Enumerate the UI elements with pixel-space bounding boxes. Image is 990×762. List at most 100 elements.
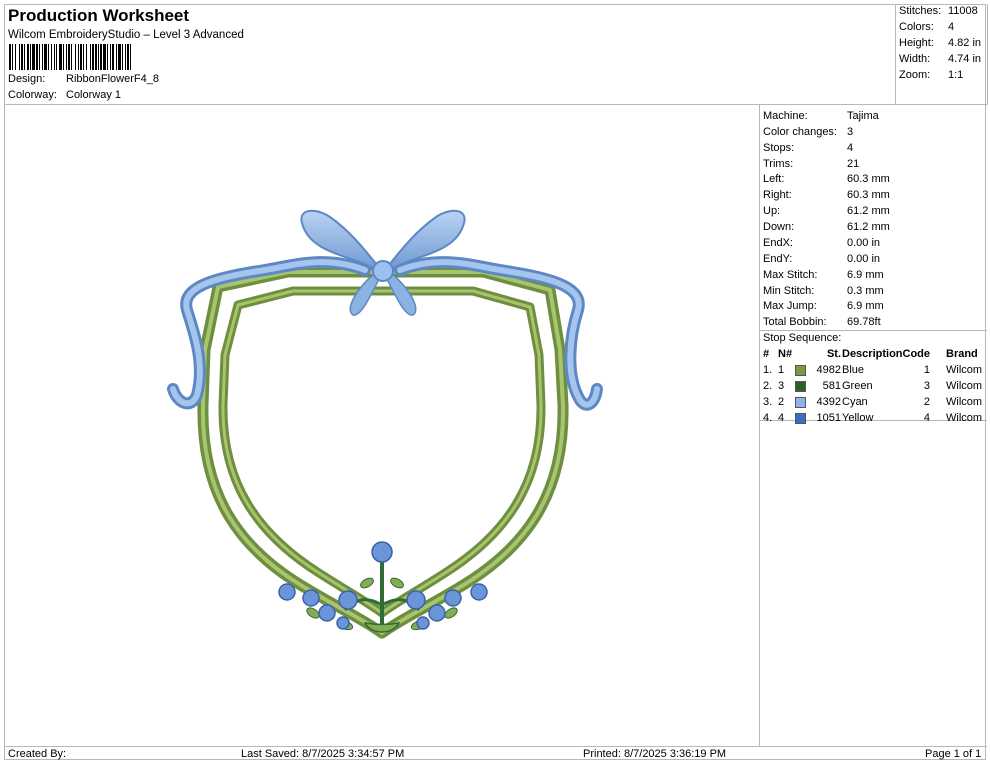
color-swatch bbox=[795, 413, 806, 424]
col-stitches: St. bbox=[826, 348, 841, 360]
row-brand: Wilcom bbox=[946, 364, 983, 376]
prop-stops: Stops: 4 bbox=[763, 142, 853, 154]
prop-right: Right: 60.3 mm bbox=[763, 189, 890, 201]
stat-stitches: Stitches: 11008 bbox=[899, 5, 987, 17]
row-stitches: 581 bbox=[822, 380, 841, 392]
prop-left: Left: 60.3 mm bbox=[763, 173, 890, 185]
worksheet-header: Production Worksheet Wilcom EmbroiderySt… bbox=[5, 4, 988, 105]
prop-value: 61.2 mm bbox=[847, 205, 890, 217]
prop-label: Min Stitch: bbox=[763, 285, 815, 297]
embroidery-design-image bbox=[167, 209, 603, 639]
col-description: Description bbox=[842, 348, 903, 360]
col-needle: N# bbox=[778, 348, 793, 360]
stop-sequence-heading: Stop Sequence: bbox=[763, 332, 842, 344]
created-by: Created By: bbox=[8, 748, 67, 760]
stat-label: Colors: bbox=[899, 21, 934, 33]
prop-label: Stops: bbox=[763, 142, 795, 154]
prop-down: Down: 61.2 mm bbox=[763, 221, 890, 233]
row-brand: Wilcom bbox=[946, 396, 983, 408]
prop-label: Down: bbox=[763, 221, 795, 233]
col-brand: Brand bbox=[946, 348, 978, 360]
page-title: Production Worksheet bbox=[8, 6, 190, 25]
row-needle: 1 bbox=[778, 364, 785, 376]
stat-value: 4.74 in bbox=[948, 53, 982, 65]
row-num: 4. bbox=[763, 412, 773, 424]
design-row: Design: RibbonFlowerF4_8 bbox=[8, 73, 159, 85]
row-description: Yellow bbox=[842, 412, 874, 424]
colorway-name: Colorway 1 bbox=[66, 89, 122, 101]
prop-value: 0.00 in bbox=[847, 253, 881, 265]
prop-label: Total Bobbin: bbox=[763, 316, 827, 328]
prop-label: Left: bbox=[763, 173, 785, 185]
prop-label: Right: bbox=[763, 189, 792, 201]
table-row: 4. 4 1051 Yellow 4 Wilcom bbox=[760, 412, 987, 428]
prop-value: 69.78ft bbox=[847, 316, 881, 328]
color-swatch bbox=[795, 381, 806, 392]
prop-label: EndY: bbox=[763, 253, 793, 265]
row-stitches: 4392 bbox=[816, 396, 841, 408]
prop-label: Up: bbox=[763, 205, 781, 217]
prop-value: 6.9 mm bbox=[847, 300, 884, 312]
row-stitches: 1051 bbox=[816, 412, 841, 424]
prop-value: 60.3 mm bbox=[847, 173, 890, 185]
table-row: 3. 2 4392 Cyan 2 Wilcom bbox=[760, 396, 987, 412]
stat-label: Stitches: bbox=[899, 5, 942, 17]
row-description: Blue bbox=[842, 364, 865, 376]
prop-label: Max Stitch: bbox=[763, 269, 818, 281]
table-row: 2. 3 581 Green 3 Wilcom bbox=[760, 380, 987, 396]
stat-value: 11008 bbox=[948, 5, 978, 17]
row-num: 3. bbox=[763, 396, 773, 408]
stat-zoom: Zoom: 1:1 bbox=[899, 69, 987, 81]
colorway-label: Colorway: bbox=[8, 89, 57, 101]
prop-max-stitch: Max Stitch: 6.9 mm bbox=[763, 269, 884, 281]
prop-label: Max Jump: bbox=[763, 300, 817, 312]
col-num: # bbox=[763, 348, 770, 360]
row-num: 2. bbox=[763, 380, 773, 392]
prop-value: 61.2 mm bbox=[847, 221, 890, 233]
row-description: Green bbox=[842, 380, 873, 392]
software-subtitle: Wilcom EmbroideryStudio – Level 3 Advanc… bbox=[8, 29, 244, 41]
prop-trims: Trims: 21 bbox=[763, 158, 859, 170]
stat-label: Zoom: bbox=[899, 69, 931, 81]
production-worksheet: Production Worksheet Wilcom EmbroiderySt… bbox=[4, 4, 988, 761]
stop-sequence-header: # N# St. Description Code Brand bbox=[760, 348, 987, 362]
prop-value: 0.00 in bbox=[847, 237, 881, 249]
properties-panel: Machine: Tajima Color changes: 3 Stops: 4 T… bbox=[760, 105, 987, 424]
prop-value: 60.3 mm bbox=[847, 189, 890, 201]
stat-value: 4.82 in bbox=[948, 37, 982, 49]
prop-value: 3 bbox=[847, 126, 854, 138]
stats-box: Stitches: 11008 Colors: 4 Height: 4.82 in W… bbox=[895, 4, 988, 105]
last-saved: Last Saved: 8/7/2025 3:34:57 PM bbox=[241, 748, 405, 760]
row-description: Cyan bbox=[842, 396, 868, 408]
stat-value: 4 bbox=[948, 21, 955, 33]
row-needle: 2 bbox=[778, 396, 785, 408]
row-brand: Wilcom bbox=[946, 380, 983, 392]
prop-up: Up: 61.2 mm bbox=[763, 205, 890, 217]
prop-color-changes: Color changes: 3 bbox=[763, 126, 853, 138]
design-name: RibbonFlowerF4_8 bbox=[66, 73, 159, 85]
prop-value: 6.9 mm bbox=[847, 269, 884, 281]
stat-width: Width: 4.74 in bbox=[899, 53, 987, 65]
printed-date: Printed: 8/7/2025 3:36:19 PM bbox=[583, 748, 727, 760]
row-stitches: 4982 bbox=[816, 364, 841, 376]
worksheet-footer: Created By: Last Saved: 8/7/2025 3:34:57… bbox=[5, 746, 987, 761]
stat-value: 1:1 bbox=[948, 69, 964, 81]
prop-value: 4 bbox=[847, 142, 854, 154]
stat-label: Height: bbox=[899, 37, 934, 49]
stat-height: Height: 4.82 in bbox=[899, 37, 987, 49]
prop-label: Trims: bbox=[763, 158, 794, 170]
color-swatch bbox=[795, 397, 806, 408]
row-brand: Wilcom bbox=[946, 412, 983, 424]
col-code: Code bbox=[902, 348, 931, 360]
prop-total-bobbin: Total Bobbin: 69.78ft bbox=[763, 316, 881, 328]
color-swatch bbox=[795, 365, 806, 376]
prop-min-stitch: Min Stitch: 0.3 mm bbox=[763, 285, 884, 297]
prop-value: 21 bbox=[847, 158, 860, 170]
divider bbox=[760, 330, 987, 331]
prop-value: Tajima bbox=[847, 110, 879, 122]
stat-colors: Colors: 4 bbox=[899, 21, 987, 33]
prop-machine: Machine: Tajima bbox=[763, 110, 879, 122]
barcode-image bbox=[9, 44, 131, 70]
design-label: Design: bbox=[8, 73, 46, 85]
stat-label: Width: bbox=[899, 53, 931, 65]
